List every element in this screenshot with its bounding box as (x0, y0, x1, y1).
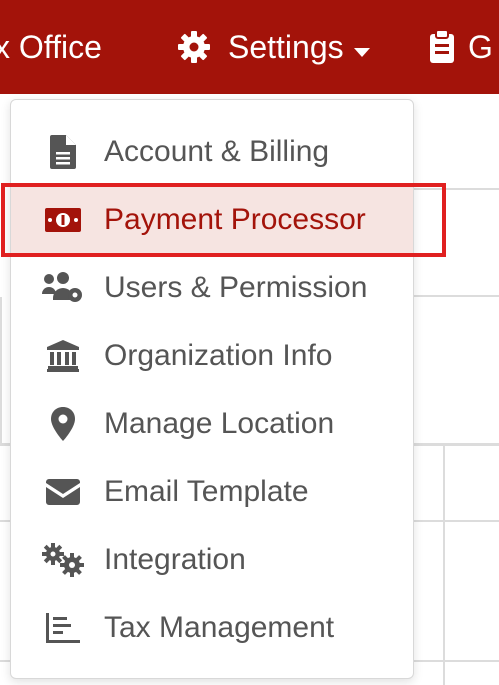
menu-item-account-billing[interactable]: Account & Billing (11, 118, 413, 186)
gear-icon (176, 29, 212, 65)
menu-item-label: Email Template (104, 475, 309, 508)
menu-item-email-template[interactable]: Email Template (11, 458, 413, 526)
menu-item-label: Payment Processor (104, 203, 366, 236)
nav-box-office[interactable]: x Office (0, 0, 102, 94)
bg-divider (412, 188, 499, 190)
bank-icon (41, 336, 85, 376)
menu-item-integration[interactable]: Integration (11, 526, 413, 594)
bg-divider (412, 295, 499, 297)
menu-item-label: Manage Location (104, 407, 335, 440)
nav-settings-label: Settings (228, 28, 344, 65)
menu-item-users-permission[interactable]: Users & Permission (11, 254, 413, 322)
chart-bars-icon (41, 608, 85, 648)
file-icon (41, 132, 85, 172)
nav-box-office-label: x Office (0, 28, 102, 65)
users-cog-icon (41, 268, 85, 308)
menu-item-organization-info[interactable]: Organization Info (11, 322, 413, 390)
bg-divider (443, 446, 445, 685)
menu-item-label: Integration (104, 543, 246, 576)
settings-dropdown-menu: Account & Billing Payment Processor User… (10, 99, 414, 679)
bg-divider (0, 297, 2, 443)
menu-item-label: Account & Billing (104, 135, 330, 168)
menu-item-label: Users & Permission (104, 271, 368, 304)
nav-third-item-label: G (468, 28, 493, 65)
caret-down-icon (353, 29, 370, 66)
menu-item-label: Tax Management (104, 611, 335, 644)
menu-item-payment-processor[interactable]: Payment Processor (11, 186, 413, 254)
menu-item-manage-location[interactable]: Manage Location (11, 390, 413, 458)
map-marker-icon (41, 404, 85, 444)
top-navbar: x Office Settings G (0, 0, 499, 94)
envelope-icon (41, 472, 85, 512)
nav-settings-dropdown-toggle[interactable]: Settings (176, 0, 370, 94)
menu-item-tax-management[interactable]: Tax Management (11, 594, 413, 662)
menu-item-label: Organization Info (104, 339, 333, 372)
nav-third-item[interactable]: G (428, 0, 493, 94)
money-bill-icon (41, 200, 85, 240)
clipboard-icon (428, 29, 456, 65)
cogs-icon (41, 540, 85, 580)
